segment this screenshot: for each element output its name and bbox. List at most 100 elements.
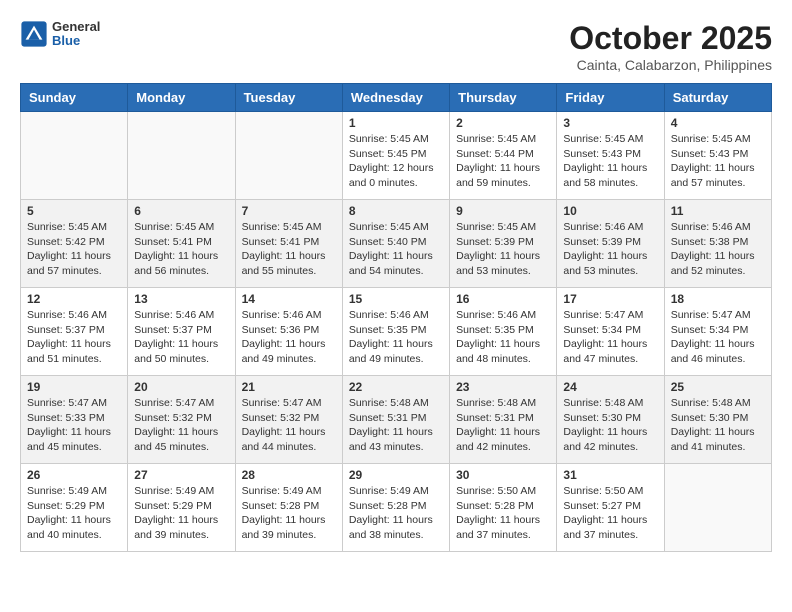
daylight-text: Daylight: 11 hours and 52 minutes.: [671, 250, 755, 277]
calendar-cell: 19 Sunrise: 5:47 AM Sunset: 5:33 PM Dayl…: [21, 376, 128, 464]
day-info: Sunrise: 5:46 AM Sunset: 5:36 PM Dayligh…: [242, 308, 336, 367]
daylight-text: Daylight: 11 hours and 38 minutes.: [349, 514, 433, 541]
calendar-cell: 2 Sunrise: 5:45 AM Sunset: 5:44 PM Dayli…: [450, 112, 557, 200]
sunrise-text: Sunrise: 5:47 AM: [671, 309, 751, 321]
sunset-text: Sunset: 5:30 PM: [671, 412, 749, 424]
sunset-text: Sunset: 5:28 PM: [349, 500, 427, 512]
day-number: 21: [242, 380, 336, 394]
sunset-text: Sunset: 5:38 PM: [671, 236, 749, 248]
daylight-text: Daylight: 11 hours and 57 minutes.: [671, 162, 755, 189]
column-header-saturday: Saturday: [664, 84, 771, 112]
sunrise-text: Sunrise: 5:50 AM: [563, 485, 643, 497]
day-info: Sunrise: 5:45 AM Sunset: 5:43 PM Dayligh…: [671, 132, 765, 191]
calendar-cell: 26 Sunrise: 5:49 AM Sunset: 5:29 PM Dayl…: [21, 464, 128, 552]
sunset-text: Sunset: 5:43 PM: [671, 148, 749, 160]
day-info: Sunrise: 5:50 AM Sunset: 5:27 PM Dayligh…: [563, 484, 657, 543]
sunrise-text: Sunrise: 5:45 AM: [563, 133, 643, 145]
day-info: Sunrise: 5:50 AM Sunset: 5:28 PM Dayligh…: [456, 484, 550, 543]
sunset-text: Sunset: 5:31 PM: [456, 412, 534, 424]
day-info: Sunrise: 5:47 AM Sunset: 5:34 PM Dayligh…: [671, 308, 765, 367]
daylight-text: Daylight: 11 hours and 40 minutes.: [27, 514, 111, 541]
day-number: 20: [134, 380, 228, 394]
calendar-week-row: 5 Sunrise: 5:45 AM Sunset: 5:42 PM Dayli…: [21, 200, 772, 288]
sunrise-text: Sunrise: 5:46 AM: [456, 309, 536, 321]
sunset-text: Sunset: 5:28 PM: [456, 500, 534, 512]
logo-icon: [20, 20, 48, 48]
calendar-header-row: SundayMondayTuesdayWednesdayThursdayFrid…: [21, 84, 772, 112]
page-header: General Blue October 2025 Cainta, Calaba…: [20, 20, 772, 73]
day-number: 25: [671, 380, 765, 394]
day-info: Sunrise: 5:45 AM Sunset: 5:41 PM Dayligh…: [242, 220, 336, 279]
calendar-cell: 17 Sunrise: 5:47 AM Sunset: 5:34 PM Dayl…: [557, 288, 664, 376]
daylight-text: Daylight: 12 hours and 0 minutes.: [349, 162, 434, 189]
calendar-cell: 29 Sunrise: 5:49 AM Sunset: 5:28 PM Dayl…: [342, 464, 449, 552]
day-info: Sunrise: 5:45 AM Sunset: 5:43 PM Dayligh…: [563, 132, 657, 191]
sunrise-text: Sunrise: 5:50 AM: [456, 485, 536, 497]
calendar-cell: 1 Sunrise: 5:45 AM Sunset: 5:45 PM Dayli…: [342, 112, 449, 200]
calendar-cell: 21 Sunrise: 5:47 AM Sunset: 5:32 PM Dayl…: [235, 376, 342, 464]
calendar-week-row: 12 Sunrise: 5:46 AM Sunset: 5:37 PM Dayl…: [21, 288, 772, 376]
daylight-text: Daylight: 11 hours and 41 minutes.: [671, 426, 755, 453]
calendar-cell: [235, 112, 342, 200]
sunset-text: Sunset: 5:36 PM: [242, 324, 320, 336]
day-number: 19: [27, 380, 121, 394]
day-info: Sunrise: 5:46 AM Sunset: 5:38 PM Dayligh…: [671, 220, 765, 279]
sunset-text: Sunset: 5:43 PM: [563, 148, 641, 160]
sunset-text: Sunset: 5:39 PM: [563, 236, 641, 248]
day-number: 12: [27, 292, 121, 306]
day-number: 1: [349, 116, 443, 130]
sunrise-text: Sunrise: 5:47 AM: [242, 397, 322, 409]
logo-general: General: [52, 20, 100, 34]
sunset-text: Sunset: 5:29 PM: [27, 500, 105, 512]
column-header-sunday: Sunday: [21, 84, 128, 112]
sunrise-text: Sunrise: 5:46 AM: [349, 309, 429, 321]
calendar-week-row: 1 Sunrise: 5:45 AM Sunset: 5:45 PM Dayli…: [21, 112, 772, 200]
day-number: 28: [242, 468, 336, 482]
daylight-text: Daylight: 11 hours and 39 minutes.: [134, 514, 218, 541]
calendar-cell: 8 Sunrise: 5:45 AM Sunset: 5:40 PM Dayli…: [342, 200, 449, 288]
calendar-cell: 4 Sunrise: 5:45 AM Sunset: 5:43 PM Dayli…: [664, 112, 771, 200]
sunset-text: Sunset: 5:30 PM: [563, 412, 641, 424]
day-info: Sunrise: 5:48 AM Sunset: 5:30 PM Dayligh…: [563, 396, 657, 455]
daylight-text: Daylight: 11 hours and 56 minutes.: [134, 250, 218, 277]
sunrise-text: Sunrise: 5:48 AM: [456, 397, 536, 409]
day-info: Sunrise: 5:45 AM Sunset: 5:42 PM Dayligh…: [27, 220, 121, 279]
logo-blue: Blue: [52, 34, 100, 48]
daylight-text: Daylight: 11 hours and 37 minutes.: [563, 514, 647, 541]
sunset-text: Sunset: 5:32 PM: [242, 412, 320, 424]
day-number: 6: [134, 204, 228, 218]
day-number: 3: [563, 116, 657, 130]
sunrise-text: Sunrise: 5:48 AM: [671, 397, 751, 409]
sunrise-text: Sunrise: 5:46 AM: [242, 309, 322, 321]
sunset-text: Sunset: 5:35 PM: [456, 324, 534, 336]
day-info: Sunrise: 5:47 AM Sunset: 5:32 PM Dayligh…: [134, 396, 228, 455]
calendar-week-row: 19 Sunrise: 5:47 AM Sunset: 5:33 PM Dayl…: [21, 376, 772, 464]
daylight-text: Daylight: 11 hours and 55 minutes.: [242, 250, 326, 277]
calendar-cell: [128, 112, 235, 200]
sunrise-text: Sunrise: 5:45 AM: [27, 221, 107, 233]
calendar-table: SundayMondayTuesdayWednesdayThursdayFrid…: [20, 83, 772, 552]
day-number: 9: [456, 204, 550, 218]
daylight-text: Daylight: 11 hours and 53 minutes.: [456, 250, 540, 277]
day-info: Sunrise: 5:49 AM Sunset: 5:29 PM Dayligh…: [134, 484, 228, 543]
sunrise-text: Sunrise: 5:49 AM: [27, 485, 107, 497]
day-number: 31: [563, 468, 657, 482]
day-number: 26: [27, 468, 121, 482]
sunset-text: Sunset: 5:34 PM: [563, 324, 641, 336]
logo: General Blue: [20, 20, 100, 49]
sunrise-text: Sunrise: 5:46 AM: [27, 309, 107, 321]
day-info: Sunrise: 5:46 AM Sunset: 5:35 PM Dayligh…: [349, 308, 443, 367]
daylight-text: Daylight: 11 hours and 48 minutes.: [456, 338, 540, 365]
day-info: Sunrise: 5:47 AM Sunset: 5:34 PM Dayligh…: [563, 308, 657, 367]
sunrise-text: Sunrise: 5:45 AM: [671, 133, 751, 145]
calendar-cell: 11 Sunrise: 5:46 AM Sunset: 5:38 PM Dayl…: [664, 200, 771, 288]
sunset-text: Sunset: 5:44 PM: [456, 148, 534, 160]
day-info: Sunrise: 5:45 AM Sunset: 5:40 PM Dayligh…: [349, 220, 443, 279]
calendar-cell: 20 Sunrise: 5:47 AM Sunset: 5:32 PM Dayl…: [128, 376, 235, 464]
daylight-text: Daylight: 11 hours and 57 minutes.: [27, 250, 111, 277]
day-info: Sunrise: 5:48 AM Sunset: 5:30 PM Dayligh…: [671, 396, 765, 455]
sunrise-text: Sunrise: 5:47 AM: [134, 397, 214, 409]
day-number: 16: [456, 292, 550, 306]
day-number: 18: [671, 292, 765, 306]
daylight-text: Daylight: 11 hours and 44 minutes.: [242, 426, 326, 453]
